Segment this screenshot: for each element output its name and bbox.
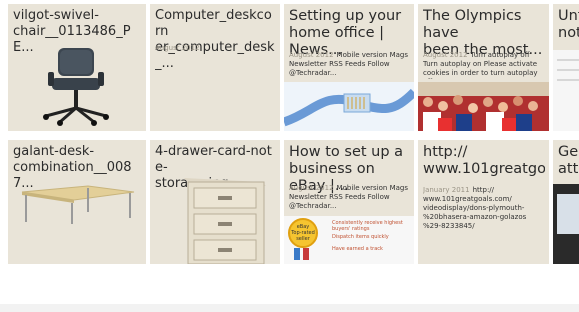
crowd-image (418, 82, 549, 131)
tile-computer-desk-corner[interactable]: Computer_deskcorn er_computer_desk_... A… (150, 4, 280, 131)
monitor-image (553, 184, 579, 264)
seller-bullet: Consistently receive highest buyers' rat… (332, 220, 403, 232)
ebay-ribbon (303, 248, 309, 260)
tile-date: August 2012 (423, 51, 468, 59)
tile-title: http:// www.101greatgoals... (423, 144, 545, 177)
tile-card-note-storage[interactable]: 4-drawer-card-note- storage.jpg... (150, 140, 280, 264)
tile-untitled-note[interactable]: Unti note (553, 4, 579, 131)
drawer-cabinet-image (184, 178, 266, 264)
tile-date: August 2012 (155, 44, 200, 52)
tile-ebay-business[interactable]: How to set up a business on eBay |... Au… (284, 140, 414, 264)
tile-home-office-news[interactable]: Setting up your home office | News... Au… (284, 4, 414, 131)
desk-image (21, 185, 135, 224)
tile-meta: August 2012 Mobile version Mags Newslette… (289, 51, 410, 78)
tile-title: Unti note (558, 8, 579, 41)
tile-meta: January 2011 http:// www.101greatgoals.co… (423, 186, 545, 231)
horizontal-scrollbar[interactable] (0, 304, 579, 312)
seller-bullet: Dispatch items quickly (332, 234, 389, 240)
note-image (553, 50, 579, 131)
tile-title: Gen attri (558, 144, 579, 177)
tile-grid: vilgot-swivel- chair__0113486_PE... Comp… (0, 0, 579, 312)
tile-vilgot-swivel-chair[interactable]: vilgot-swivel- chair__0113486_PE... (8, 4, 146, 131)
tile-meta: August 2012 Mobile version Mags Newslette… (289, 184, 410, 211)
tile-galant-desk-combination[interactable]: galant-desk- combination__0087... (8, 140, 146, 264)
ebay-seller-image: eBay Top-rated seller Consistently recei… (284, 216, 414, 264)
tile-title: Computer_deskcorn er_computer_desk_... (155, 8, 275, 71)
tile-date: August 2012 (289, 51, 334, 59)
tile-olympics[interactable]: The Olympics have been the most... Augus… (418, 4, 549, 131)
tile-date: August 2012 (289, 184, 334, 192)
tile-general-attributes[interactable]: Gen attri (553, 140, 579, 264)
office-chair-image (43, 48, 109, 126)
network-cable-image (284, 82, 414, 131)
ebay-badge: eBay Top-rated seller (288, 218, 318, 248)
tile-101greatgoals[interactable]: http:// www.101greatgoals... January 201… (418, 140, 549, 264)
seller-bullet: Have earned a track (332, 246, 383, 252)
ebay-ribbon (294, 248, 300, 260)
tile-meta: August 2012 Turn autoplay off Turn autopl… (423, 51, 545, 79)
tile-date: January 2011 (423, 186, 470, 194)
tile-meta: August 2012 (155, 44, 276, 53)
